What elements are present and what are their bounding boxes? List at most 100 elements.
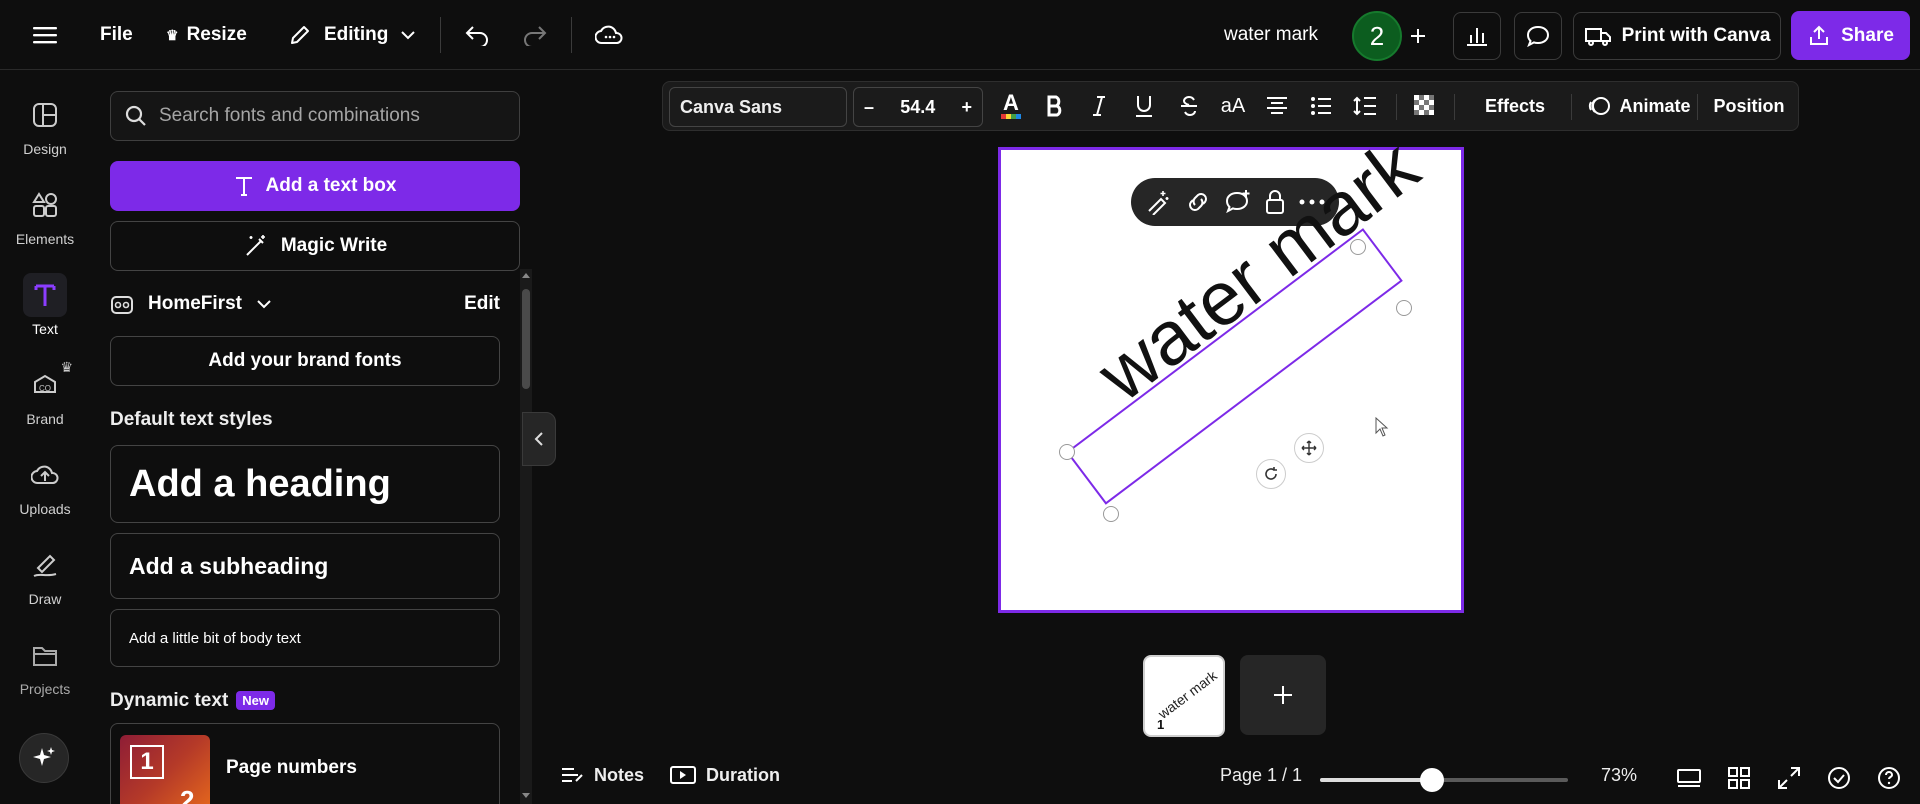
- bullet-list-icon[interactable]: [1301, 82, 1341, 130]
- svg-text:A: A: [1003, 90, 1019, 115]
- fullscreen-icon[interactable]: [1776, 765, 1802, 791]
- chevron-left-icon: [534, 432, 543, 446]
- add-page-button[interactable]: [1240, 655, 1326, 735]
- file-menu[interactable]: File: [100, 0, 133, 70]
- brand-kit-selector[interactable]: HomeFirst Edit: [110, 284, 500, 324]
- rail-item-draw[interactable]: Draw: [0, 543, 90, 607]
- new-badge: New: [236, 691, 276, 711]
- search-input[interactable]: [159, 105, 499, 127]
- add-brand-fonts-button[interactable]: Add your brand fonts: [110, 336, 500, 386]
- transparency-icon[interactable]: [1405, 82, 1445, 130]
- resize-button[interactable]: ♛ Resize: [166, 0, 247, 70]
- rail-item-uploads[interactable]: Uploads: [0, 453, 90, 517]
- share-button[interactable]: Share: [1791, 11, 1910, 60]
- add-body-text-button[interactable]: Add a little bit of body text: [110, 609, 500, 667]
- zoom-slider[interactable]: [1320, 768, 1568, 792]
- resize-handle[interactable]: [1059, 444, 1075, 460]
- font-family-value: Canva Sans: [680, 96, 783, 117]
- add-comment-icon[interactable]: [1224, 189, 1252, 215]
- line-spacing-icon[interactable]: [1345, 82, 1385, 130]
- add-text-box-button[interactable]: Add a text box: [110, 161, 520, 211]
- menu-icon[interactable]: [30, 0, 60, 70]
- print-label: Print with Canva: [1621, 25, 1771, 46]
- italic-icon[interactable]: [1079, 82, 1119, 130]
- rail-item-projects[interactable]: Projects: [0, 633, 90, 697]
- help-icon[interactable]: [1876, 765, 1902, 791]
- check-icon[interactable]: [1826, 765, 1852, 791]
- collapse-panel-button[interactable]: [522, 412, 556, 466]
- print-with-canva-button[interactable]: Print with Canva: [1573, 12, 1781, 60]
- add-subheading-button[interactable]: Add a subheading: [110, 533, 500, 599]
- svg-text:CO: CO: [39, 384, 51, 393]
- add-heading-button[interactable]: Add a heading: [110, 445, 500, 523]
- page-numbers-label: Page numbers: [226, 757, 357, 778]
- page-numbers-button[interactable]: 1 2 Page numbers: [110, 723, 500, 804]
- editing-mode-dropdown[interactable]: Editing: [288, 0, 416, 70]
- rotate-icon: [1265, 467, 1277, 480]
- text-color-icon: A: [1001, 90, 1021, 119]
- thumbnail-text: water mark: [1155, 667, 1220, 722]
- document-title-text: water mark: [1224, 24, 1318, 45]
- bold-icon[interactable]: [1035, 82, 1075, 130]
- resize-handle[interactable]: [1350, 239, 1366, 255]
- rotate-handle[interactable]: [1256, 459, 1286, 489]
- add-collaborator-button[interactable]: [1398, 14, 1438, 58]
- notes-icon: [562, 768, 583, 782]
- magic-assistant-button[interactable]: [19, 733, 69, 783]
- mouse-cursor-icon: [1375, 417, 1389, 437]
- magic-write-button[interactable]: Magic Write: [110, 221, 520, 271]
- position-button[interactable]: Position: [1705, 82, 1793, 130]
- redo-icon[interactable]: [520, 0, 550, 70]
- magic-edit-icon[interactable]: [1145, 189, 1171, 215]
- link-icon[interactable]: [1184, 191, 1212, 213]
- font-size-control: – 54.4 +: [853, 87, 983, 127]
- zoom-slider-knob[interactable]: [1419, 768, 1444, 792]
- undo-icon[interactable]: [462, 0, 492, 70]
- strikethrough-icon[interactable]: [1169, 82, 1209, 130]
- divider: [1571, 94, 1572, 120]
- document-title[interactable]: water mark: [1224, 0, 1318, 70]
- scroll-thumb[interactable]: [522, 289, 530, 389]
- panel-scrollbar[interactable]: [520, 269, 532, 804]
- font-search[interactable]: [110, 91, 520, 141]
- grid-view-icon[interactable]: [1726, 765, 1752, 791]
- rail-item-design[interactable]: Design: [0, 93, 90, 157]
- insights-button[interactable]: [1453, 12, 1501, 60]
- page-view-icon[interactable]: [1676, 765, 1702, 791]
- rail-item-elements[interactable]: Elements: [0, 183, 90, 247]
- underline-icon[interactable]: [1124, 82, 1164, 130]
- align-center-icon[interactable]: [1257, 82, 1297, 130]
- notes-button[interactable]: Notes: [560, 760, 644, 790]
- font-size-value[interactable]: 54.4: [900, 97, 935, 118]
- letter-case-button[interactable]: aA: [1213, 82, 1253, 130]
- scroll-up-icon[interactable]: [522, 272, 530, 278]
- increase-size-button[interactable]: +: [961, 97, 972, 118]
- resize-handle[interactable]: [1103, 506, 1119, 522]
- avatar-initial: 2: [1369, 20, 1385, 51]
- comments-button[interactable]: [1514, 12, 1562, 60]
- rail-label: Elements: [15, 231, 75, 247]
- divider: [440, 17, 441, 53]
- design-icon: [23, 93, 67, 137]
- share-icon: [1810, 25, 1829, 45]
- letter-case-label: aA: [1220, 94, 1246, 117]
- scroll-down-icon[interactable]: [522, 793, 530, 799]
- rail-item-text[interactable]: Text: [0, 273, 90, 337]
- duration-button[interactable]: Duration: [670, 760, 780, 790]
- text-color-button[interactable]: A: [991, 82, 1031, 130]
- brand-icon: CO ♛: [23, 359, 73, 407]
- rail-item-brand[interactable]: CO ♛ Brand: [0, 359, 90, 427]
- zoom-level[interactable]: 73%: [1601, 760, 1637, 790]
- cloud-save-icon[interactable]: [594, 0, 624, 70]
- decrease-size-button[interactable]: –: [864, 97, 874, 118]
- duration-label: Duration: [706, 764, 780, 785]
- page-thumbnail[interactable]: water mark 1: [1143, 655, 1225, 737]
- projects-icon: [23, 633, 67, 677]
- move-handle[interactable]: [1294, 433, 1324, 463]
- font-family-select[interactable]: Canva Sans: [669, 87, 847, 127]
- effects-button[interactable]: Effects: [1467, 82, 1563, 130]
- resize-handle[interactable]: [1396, 300, 1412, 316]
- avatar[interactable]: 2: [1352, 11, 1402, 61]
- edit-brand-link[interactable]: Edit: [464, 293, 500, 315]
- animate-button[interactable]: Animate: [1579, 82, 1699, 130]
